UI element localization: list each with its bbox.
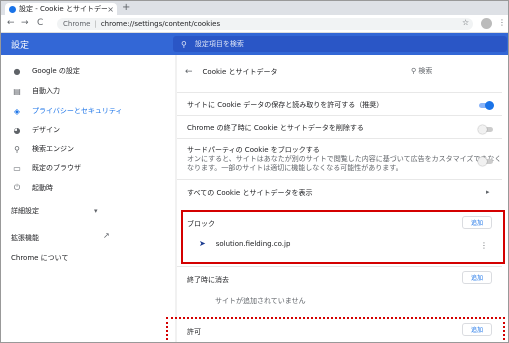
advanced-label: 詳細設定 — [11, 207, 39, 215]
site-favicon-icon: ➤ — [199, 239, 206, 248]
external-link-icon[interactable]: ↗ — [103, 231, 110, 240]
extensions-label: 拡張機能 — [11, 234, 39, 242]
sidebar-item-label: 起動時 — [32, 184, 53, 192]
clear-on-exit-add-button[interactable]: 追加 — [462, 271, 492, 284]
panel-header: ← Cookie とサイトデータ — [185, 67, 278, 77]
separator: | — [94, 20, 97, 28]
sidebar-item-google[interactable]: ● Google の設定 — [11, 64, 80, 78]
setting-label: サイトに Cookie データの保存と読み取りを許可する（推奨） — [187, 101, 384, 109]
setting-label: Chrome の終了時に Cookie とサイトデータを削除する — [187, 124, 364, 132]
about-label: Chrome について — [11, 254, 69, 262]
browser-icon: ▭ — [13, 163, 21, 173]
site-label: Chrome — [63, 20, 91, 28]
sidebar-item-label: 検索エンジン — [32, 145, 74, 153]
allow-add-button[interactable]: 追加 — [462, 323, 492, 336]
clear-on-exit-section: 終了時に消去 追加 サイトが追加されていません — [177, 266, 502, 316]
bookmark-star-icon[interactable]: ☆ — [462, 18, 469, 27]
setting-row-clear-on-exit[interactable]: Chrome の終了時に Cookie とサイトデータを削除する — [177, 115, 502, 137]
allow-cookies-toggle[interactable] — [479, 101, 494, 110]
toggle-knob — [478, 157, 487, 166]
url-text: chrome://settings/content/cookies — [100, 20, 221, 28]
search-placeholder: 設定項目を検索 — [194, 40, 244, 48]
sidebar-item-default-browser[interactable]: ▭ 既定のブラウザ — [11, 161, 81, 175]
sidebar-item-label: プライバシーとセキュリティ — [32, 107, 123, 115]
allow-section-highlight — [166, 317, 505, 342]
shield-icon: ◈ — [13, 106, 21, 116]
avatar[interactable] — [481, 18, 492, 29]
toggle-knob — [485, 101, 494, 110]
reload-icon[interactable]: C — [37, 18, 43, 28]
search-icon: ⚲ — [14, 144, 20, 154]
block-section-highlight — [181, 210, 505, 264]
back-arrow-icon[interactable]: ← — [185, 67, 193, 77]
browser-window: 設定 - Cookie とサイトデータ × + ← → C Chrome | c… — [0, 0, 509, 343]
new-tab-icon[interactable]: + — [122, 2, 130, 13]
settings-favicon-icon — [9, 5, 16, 13]
tab-settings[interactable]: 設定 - Cookie とサイトデータ × — [5, 3, 117, 15]
see-all-label: すべての Cookie とサイトデータを表示 — [187, 189, 313, 197]
panel-search-input[interactable]: ⚲ 検索 — [411, 66, 432, 76]
forward-icon[interactable]: → — [21, 18, 29, 28]
allow-section-label: 許可 — [187, 328, 201, 336]
sidebar-item-appearance[interactable]: ◕ デザイン — [11, 123, 61, 137]
toggle-knob — [478, 125, 487, 134]
setting-description: オンにすると、サイトはあなたが別のサイトで閲覧した内容に基づいて広告をカスタマイ… — [187, 155, 502, 163]
close-icon[interactable]: × — [107, 5, 114, 14]
browser-menu-icon[interactable]: ⋮ — [498, 18, 506, 27]
person-icon: ● — [13, 66, 21, 76]
block-section-label: ブロック — [187, 220, 215, 228]
sidebar-item-search-engine[interactable]: ⚲ 検索エンジン — [11, 142, 74, 156]
sidebar-advanced[interactable]: 詳細設定 ▾ — [11, 206, 98, 216]
autofill-icon: ▤ — [13, 86, 21, 96]
setting-row-third-party[interactable]: サードパーティの Cookie をブロックする オンにすると、サイトはあなたが別… — [177, 138, 502, 178]
empty-list-text: サイトが追加されていません — [215, 297, 306, 305]
sidebar-item-label: Google の設定 — [32, 67, 80, 75]
block-add-button[interactable]: 追加 — [462, 216, 492, 229]
page-title: 設定 — [11, 41, 30, 51]
sidebar-item-autofill[interactable]: ▤ 自動入力 — [11, 84, 60, 98]
sidebar-item-label: 既定のブラウザ — [32, 164, 81, 172]
sidebar-item-label: デザイン — [32, 126, 60, 134]
sidebar-item-startup[interactable]: ⏻ 起動時 — [11, 181, 53, 195]
tab-strip: 設定 - Cookie とサイトデータ × + — [1, 1, 508, 15]
sidebar-item-about[interactable]: Chrome について — [11, 253, 68, 263]
sidebar-item-extensions[interactable]: 拡張機能 — [11, 233, 39, 243]
see-all-cookies-row[interactable]: すべての Cookie とサイトデータを表示 ▸ — [177, 179, 502, 203]
block-third-party-toggle[interactable] — [478, 157, 493, 166]
power-icon: ⏻ — [13, 183, 21, 192]
settings-header: 設定 ⚲ 設定項目を検索 — [1, 33, 508, 55]
setting-row-allow-cookies[interactable]: サイトに Cookie データの保存と読み取りを許可する（推奨） — [177, 92, 502, 114]
sidebar-item-privacy[interactable]: ◈ プライバシーとセキュリティ — [11, 104, 123, 118]
site-more-icon[interactable]: ⋮ — [480, 241, 488, 250]
chevron-down-icon: ▾ — [94, 207, 98, 215]
blocked-site-row: ➤ solution.fielding.co.jp — [199, 239, 290, 248]
clear-on-exit-toggle[interactable] — [478, 125, 493, 134]
palette-icon: ◕ — [13, 125, 21, 135]
tab-title: 設定 - Cookie とサイトデータ — [19, 5, 108, 13]
back-icon[interactable]: ← — [7, 18, 15, 28]
panel-title: Cookie とサイトデータ — [202, 68, 278, 76]
clear-on-exit-label: 終了時に消去 — [187, 276, 229, 284]
panel-search-placeholder: 検索 — [418, 67, 433, 75]
sidebar-item-label: 自動入力 — [32, 87, 60, 95]
sidebar: ● Google の設定 ▤ 自動入力 ◈ プライバシーとセキュリティ ◕ デザイン ⚲… — [1, 55, 171, 342]
cookies-panel: ← Cookie とサイトデータ ⚲ 検索 サイトに Cookie データの保存… — [166, 55, 505, 342]
blocked-site-url: solution.fielding.co.jp — [215, 239, 291, 248]
settings-search-input[interactable]: ⚲ 設定項目を検索 — [173, 36, 507, 52]
search-icon: ⚲ — [181, 39, 187, 49]
address-bar-row: ← → C Chrome | chrome://settings/content… — [1, 15, 508, 33]
setting-label: サードパーティの Cookie をブロックする — [187, 146, 320, 154]
omnibox[interactable]: Chrome | chrome://settings/content/cooki… — [57, 18, 473, 30]
setting-description: なります。一部のサイトは適切に機能しなくなる可能性があります。 — [187, 164, 403, 172]
chevron-right-icon: ▸ — [486, 188, 490, 196]
